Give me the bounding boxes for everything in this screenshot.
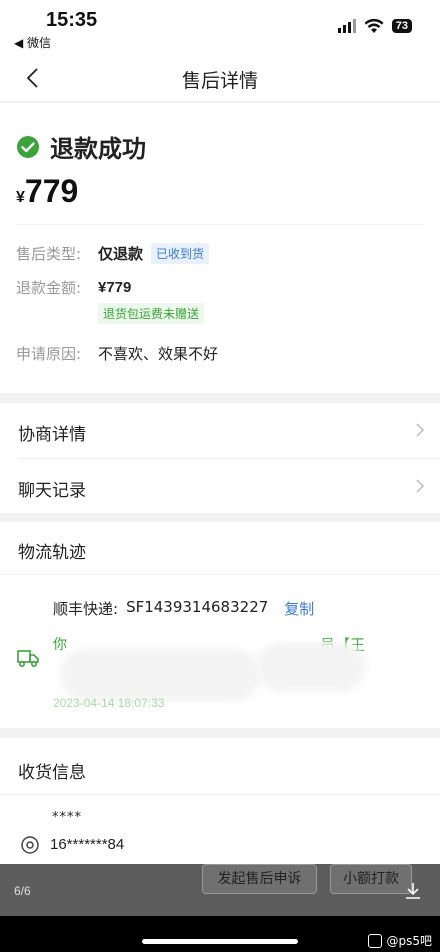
- aftersale-type-row: 售后类型: 仅退款 已收到货: [16, 243, 210, 264]
- refund-status-card: 退款成功 ¥779 售后类型: 仅退款 已收到货 退款金额: ¥779 退货包运…: [0, 103, 440, 393]
- currency-symbol: ¥: [16, 189, 25, 206]
- image-page-counter: 6/6: [14, 884, 31, 898]
- receiving-info-card: 收货信息 **** 16*******84: [0, 738, 440, 864]
- watermark-text: @ps5吧: [386, 934, 432, 948]
- menu-item-negotiation[interactable]: 协商详情: [0, 403, 440, 458]
- logistics-card: 物流轨迹 顺丰快递: SF1439314683227 复制 你 员【王 2023…: [0, 522, 440, 728]
- bottom-toolbar: 6/6 发起售后申诉 小额打款: [0, 864, 440, 916]
- watermark-logo-icon: [368, 933, 383, 948]
- small-payment-button[interactable]: 小额打款: [330, 864, 412, 894]
- copy-button[interactable]: 复制: [284, 598, 314, 619]
- tracking-number: SF1439314683227: [126, 598, 269, 616]
- refund-status-title: 退款成功: [50, 135, 146, 163]
- menu-item-label: 协商详情: [18, 425, 86, 445]
- trace-text-start: 你: [53, 637, 67, 653]
- back-to-wechat[interactable]: ◀ 微信: [14, 34, 51, 51]
- page-title: 售后详情: [181, 70, 258, 92]
- truck-icon: [17, 650, 39, 668]
- courier-name: 顺丰快递:: [53, 600, 119, 618]
- logistics-title: 物流轨迹: [18, 543, 86, 563]
- location-icon: [21, 836, 39, 854]
- receiver-name: ****: [52, 810, 82, 825]
- divider: [16, 224, 424, 225]
- reason-value: 不喜欢、效果不好: [98, 345, 219, 363]
- wifi-icon: [364, 18, 384, 33]
- receiving-title: 收货信息: [18, 763, 86, 783]
- refund-amount-value: ¥779: [98, 279, 132, 296]
- aftersale-type-value: 仅退款: [98, 245, 144, 263]
- divider: [0, 574, 440, 575]
- chevron-right-icon: [416, 423, 425, 437]
- refund-amount-large: ¥779: [16, 173, 78, 210]
- courier-info: 顺丰快递: SF1439314683227 复制: [53, 598, 314, 619]
- detail-menu: 协商详情 聊天记录: [0, 403, 440, 513]
- menu-item-label: 聊天记录: [18, 481, 86, 501]
- received-goods-tag: 已收到货: [151, 243, 210, 264]
- refund-amount-label: 退款金额:: [16, 279, 82, 297]
- status-bar: 15:35 ◀ 微信 73: [0, 0, 440, 56]
- receiver-phone: 16*******84: [50, 836, 125, 853]
- menu-item-chat-history[interactable]: 聊天记录: [0, 459, 440, 514]
- refund-amount-number: 779: [24, 173, 79, 209]
- navigation-bar: 售后详情: [0, 56, 440, 102]
- reason-row: 申请原因: 不喜欢、效果不好: [16, 343, 218, 364]
- shipping-insurance-tag: 退货包运费未赠送: [98, 303, 205, 324]
- success-check-icon: [17, 135, 39, 158]
- chevron-right-icon: [416, 479, 425, 493]
- clock: 15:35: [46, 9, 98, 31]
- refund-amount-row: 退款金额: ¥779: [16, 277, 131, 298]
- status-icons: 73: [337, 18, 412, 34]
- signal-icon: [337, 19, 356, 33]
- download-icon[interactable]: [404, 882, 422, 900]
- home-indicator-area: @ps5吧: [0, 916, 440, 952]
- watermark: @ps5吧: [368, 932, 432, 949]
- battery-icon: 73: [391, 19, 412, 33]
- reason-label: 申请原因:: [16, 345, 82, 363]
- redaction-blur: [60, 648, 260, 702]
- app-screen: 15:35 ◀ 微信 73 售后详情 退款成功 ¥779 售后类型: 仅退款 已…: [0, 0, 440, 952]
- aftersale-appeal-button[interactable]: 发起售后申诉: [202, 864, 317, 894]
- trace-timestamp: 2023-04-14 18:07:33: [53, 696, 165, 710]
- refund-status: 退款成功: [16, 129, 146, 164]
- divider: [0, 794, 440, 795]
- redaction-blur: [256, 642, 366, 692]
- home-indicator[interactable]: [142, 939, 298, 944]
- aftersale-type-label: 售后类型:: [16, 245, 82, 263]
